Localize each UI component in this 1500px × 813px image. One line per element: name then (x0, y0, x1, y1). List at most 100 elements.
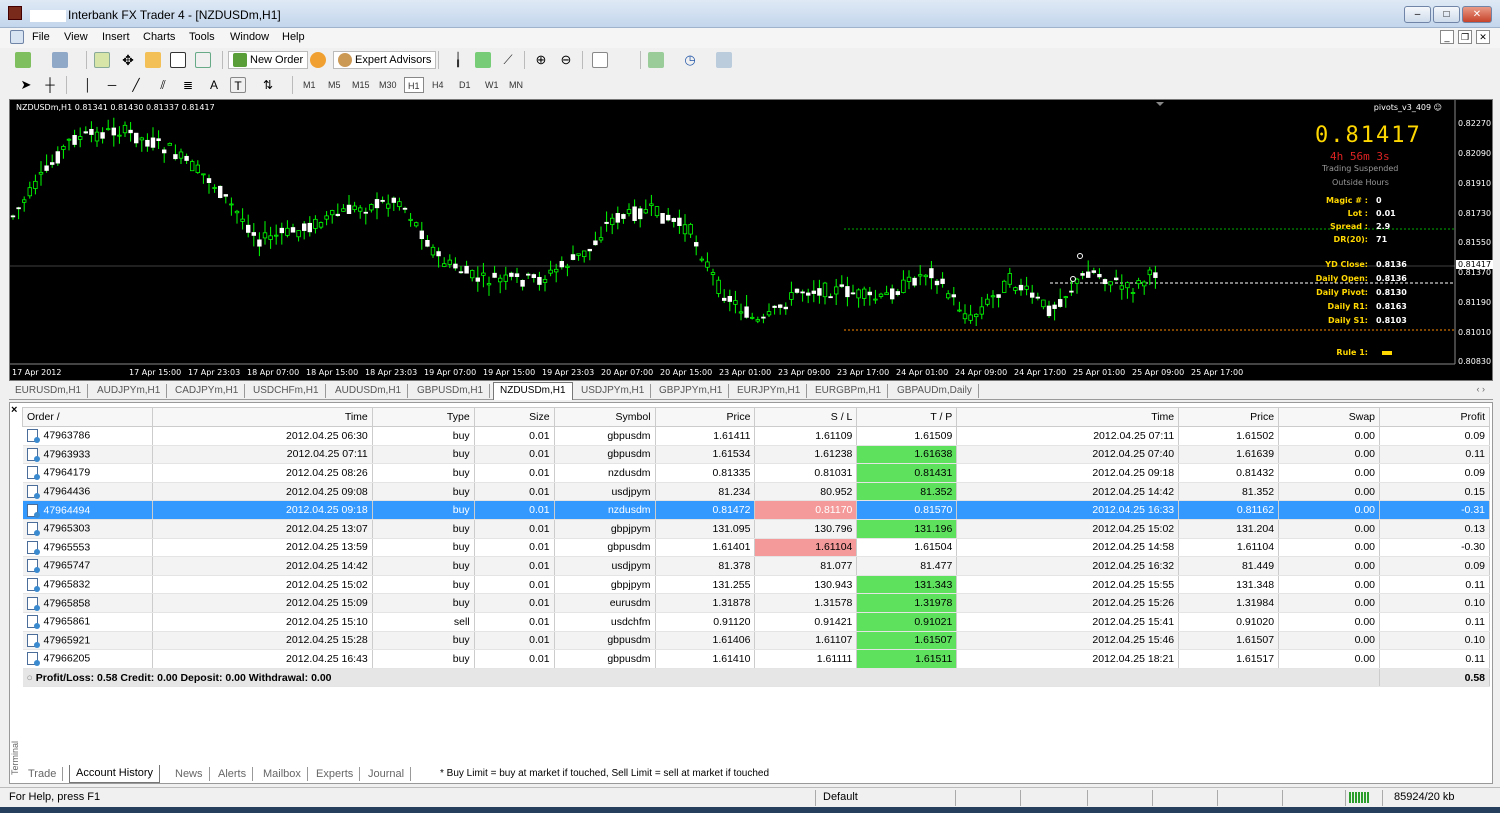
chart-tab-eurjpym[interactable]: EURJPYm,H1 (731, 384, 808, 398)
col-profit[interactable]: Profit (1379, 407, 1490, 427)
chart-tab-audjpym[interactable]: AUDJPYm,H1 (91, 384, 168, 398)
text-icon[interactable]: A (206, 77, 222, 93)
profiles-icon[interactable] (52, 52, 68, 68)
chart-tab-gbpusdm[interactable]: GBPUSDm,H1 (411, 384, 491, 398)
trendline-icon[interactable]: ╱ (128, 77, 144, 93)
chart-tab-audusdm[interactable]: AUDUSDm,H1 (329, 384, 409, 398)
col-open-time[interactable]: Time (151, 407, 373, 427)
col-tp[interactable]: T / P (856, 407, 958, 427)
table-row[interactable]: 47964179 2012.04.25 08:26 buy 0.01 nzdusdm 0.… (22, 463, 1490, 483)
timeframe-mn[interactable]: MN (506, 77, 526, 93)
zoom-out-icon[interactable]: ⊖ (558, 52, 574, 68)
candlestick-icon[interactable] (475, 52, 491, 68)
col-size[interactable]: Size (473, 407, 555, 427)
tab-alerts[interactable]: Alerts (212, 767, 254, 781)
tab-experts[interactable]: Experts (310, 767, 361, 781)
chart-tab-cadjpym[interactable]: CADJPYm,H1 (169, 384, 246, 398)
maximize-button[interactable]: □ (1433, 6, 1460, 23)
tab-account-history[interactable]: Account History (69, 765, 161, 783)
arrows-icon[interactable]: ⇅ (260, 77, 276, 93)
col-order[interactable]: Order / (22, 407, 153, 427)
col-close-time[interactable]: Time (956, 407, 1180, 427)
col-open-price[interactable]: Price (654, 407, 756, 427)
chart-shift-icon[interactable] (617, 52, 633, 68)
chart-tab-nzdusdm[interactable]: NZDUSDm,H1 (493, 382, 573, 400)
timeframe-h4[interactable]: H4 (429, 77, 447, 93)
menu-file[interactable]: File (32, 31, 50, 43)
templates-icon[interactable] (716, 52, 732, 68)
table-row[interactable]: 47965858 2012.04.25 15:09 buy 0.01 eurusdm 1.… (22, 593, 1490, 613)
menu-tools[interactable]: Tools (189, 31, 215, 43)
timeframe-m15[interactable]: M15 (349, 77, 373, 93)
new-chart-icon[interactable] (15, 52, 31, 68)
market-watch-icon[interactable] (94, 52, 110, 68)
terminal-close-icon[interactable]: × (11, 404, 17, 416)
menu-window[interactable]: Window (230, 31, 269, 43)
table-row[interactable]: 47964494 2012.04.25 09:18 buy 0.01 nzdusdm 0.… (22, 500, 1490, 520)
terminal-icon[interactable] (170, 52, 186, 68)
table-row[interactable]: 47965303 2012.04.25 13:07 buy 0.01 gbpjpym 13… (22, 519, 1490, 539)
tab-trade[interactable]: Trade (22, 767, 64, 781)
table-row[interactable]: 47966205 2012.04.25 16:43 buy 0.01 gbpusdm 1.… (22, 649, 1490, 669)
data-window-icon[interactable]: ✥ (120, 52, 136, 68)
new-order-button[interactable]: New Order (228, 51, 309, 69)
cursor-icon[interactable]: ➤ (18, 77, 34, 93)
minimize-button[interactable]: – (1404, 6, 1431, 23)
chart-tab-eurusdm[interactable]: EURUSDm,H1 (9, 384, 89, 398)
expert-advisors-button[interactable]: Expert Advisors (333, 51, 437, 69)
navigator-icon[interactable] (145, 52, 161, 68)
chart-tab-gbpaudm[interactable]: GBPAUDm,Daily (891, 384, 979, 398)
col-swap[interactable]: Swap (1278, 407, 1380, 427)
table-row[interactable]: 47965832 2012.04.25 15:02 buy 0.01 gbpjpym 13… (22, 575, 1490, 595)
timeframe-h1[interactable]: H1 (404, 77, 424, 93)
tester-icon[interactable] (195, 52, 211, 68)
timeframe-m30[interactable]: M30 (376, 77, 400, 93)
table-row[interactable]: 47963786 2012.04.25 06:30 buy 0.01 gbpusdm 1.… (22, 426, 1490, 446)
mdi-minimize-button[interactable]: _ (1440, 30, 1454, 44)
menu-charts[interactable]: Charts (143, 31, 175, 43)
table-row[interactable]: 47965553 2012.04.25 13:59 buy 0.01 gbpusdm 1.… (22, 538, 1490, 558)
fibonacci-icon[interactable]: ≣ (180, 77, 196, 93)
crosshair-icon[interactable]: ┼ (42, 77, 58, 93)
menu-help[interactable]: Help (282, 31, 305, 43)
tab-news[interactable]: News (169, 767, 210, 781)
close-button[interactable]: ✕ (1462, 6, 1492, 23)
table-row[interactable]: 47965861 2012.04.25 15:10 sell 0.01 usdchfm 0… (22, 612, 1490, 632)
chart-tab-usdchfm[interactable]: USDCHFm,H1 (247, 384, 326, 398)
mdi-close-button[interactable]: ✕ (1476, 30, 1490, 44)
menu-insert[interactable]: Insert (102, 31, 130, 43)
zoom-in-icon[interactable]: ⊕ (533, 52, 549, 68)
menu-view[interactable]: View (64, 31, 88, 43)
status-profile[interactable]: Default (823, 791, 858, 803)
tab-journal[interactable]: Journal (362, 767, 412, 781)
text-label-icon[interactable]: T (230, 77, 246, 93)
horizontal-line-icon[interactable]: ─ (104, 77, 120, 93)
bar-chart-icon[interactable]: ╽ (450, 52, 466, 68)
tab-scroll-arrows[interactable]: ‹ › (1477, 384, 1486, 394)
col-close-price[interactable]: Price (1178, 407, 1280, 427)
chart-tab-eurgbpm[interactable]: EURGBPm,H1 (809, 384, 889, 398)
table-row[interactable]: 47963933 2012.04.25 07:11 buy 0.01 gbpusdm 1.… (22, 445, 1490, 465)
col-symbol[interactable]: Symbol (553, 407, 656, 427)
table-row[interactable]: 47965747 2012.04.25 14:42 buy 0.01 usdjpym 81… (22, 556, 1490, 576)
autotrading-warning-icon[interactable] (310, 52, 326, 68)
col-type[interactable]: Type (371, 407, 475, 427)
indicators-icon[interactable] (648, 52, 664, 68)
channel-icon[interactable]: ⫽ (155, 77, 171, 93)
timeframe-m5[interactable]: M5 (325, 77, 344, 93)
periods-icon[interactable]: ◷ (682, 52, 698, 68)
table-row[interactable]: 47964436 2012.04.25 09:08 buy 0.01 usdjpym 81… (22, 482, 1490, 502)
timeframe-m1[interactable]: M1 (300, 77, 319, 93)
col-sl[interactable]: S / L (754, 407, 858, 427)
vertical-line-icon[interactable]: │ (80, 77, 96, 93)
chart-tab-usdjpym[interactable]: USDJPYm,H1 (575, 384, 652, 398)
price-chart[interactable]: NZDUSDm,H1 0.81341 0.81430 0.81337 0.814… (9, 99, 1494, 381)
tab-mailbox[interactable]: Mailbox (257, 767, 308, 781)
chart-tab-gbpjpym[interactable]: GBPJPYm,H1 (653, 384, 730, 398)
timeframe-w1[interactable]: W1 (482, 77, 502, 93)
line-chart-icon[interactable]: ⟋ (500, 52, 516, 68)
table-row[interactable]: 47965921 2012.04.25 15:28 buy 0.01 gbpusdm 1.… (22, 631, 1490, 651)
timeframe-d1[interactable]: D1 (456, 77, 474, 93)
mdi-restore-button[interactable]: ❐ (1458, 30, 1472, 44)
autoscroll-icon[interactable] (592, 52, 608, 68)
